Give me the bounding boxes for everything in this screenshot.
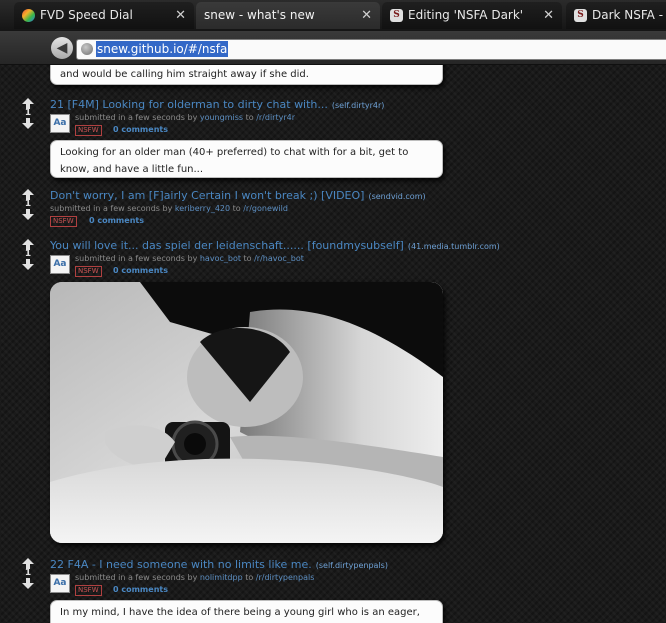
post-domain[interactable]: (self.dirtypenpals) <box>316 561 388 570</box>
image-preview[interactable] <box>50 282 443 543</box>
downvote-arrow-icon[interactable] <box>22 209 34 220</box>
submitted-text: submitted in a few seconds by <box>50 204 173 213</box>
page-content: and would be calling him straight away i… <box>0 65 666 623</box>
tab-editing-nsfa-dark[interactable]: S Editing 'NSFA Dark' ✕ <box>382 2 562 29</box>
downvote-arrow-icon[interactable] <box>22 259 34 270</box>
upvote-arrow-icon[interactable] <box>22 239 34 250</box>
nsfw-badge: NSFW <box>75 266 102 277</box>
tagline: submitted in a few seconds by havoc_bot … <box>75 254 304 264</box>
tagline: submitted in a few seconds by keriberry_… <box>50 204 288 214</box>
post: 1 Don't worry, I am [F]airly Certain I w… <box>0 189 666 229</box>
tab-fvd-speed-dial[interactable]: FVD Speed Dial ✕ <box>14 2 194 29</box>
arrow-left-icon: ◀ <box>56 40 68 56</box>
comments-link[interactable]: 0 comments <box>113 124 168 135</box>
to-text: to <box>232 204 241 213</box>
close-icon[interactable]: ✕ <box>175 2 186 29</box>
submitted-text: submitted in a few seconds by <box>75 254 198 263</box>
s-icon: S <box>574 9 587 22</box>
self-post-thumbnail-icon[interactable]: Aa <box>50 574 70 593</box>
self-post-thumbnail-icon[interactable]: Aa <box>50 114 70 133</box>
browser-toolbar: ◀ snew.github.io/#/nsfa <box>0 31 666 65</box>
post-domain[interactable]: (sendvid.com) <box>368 192 425 201</box>
post: 1 22 F4A - I need someone with no limits… <box>0 558 666 598</box>
comments-link[interactable]: 0 comments <box>113 265 168 276</box>
tab-snew[interactable]: snew - what's new ✕ <box>196 2 380 29</box>
close-icon[interactable]: ✕ <box>543 2 554 29</box>
tab-title: Dark NSFA - The <box>592 8 666 22</box>
post-title[interactable]: 21 [F4M] Looking for olderman to dirty c… <box>50 98 328 111</box>
tagline: submitted in a few seconds by youngmiss … <box>75 113 295 123</box>
selftext: and would be calling him straight away i… <box>60 69 309 80</box>
post-domain[interactable]: (self.dirtyr4r) <box>332 101 384 110</box>
to-text: to <box>243 254 252 263</box>
fvd-speed-dial-icon <box>22 9 35 22</box>
subreddit-link[interactable]: /r/dirtypenpals <box>256 573 315 582</box>
post-title-link[interactable]: You will love it... das spiel der leiden… <box>50 239 500 254</box>
downvote-arrow-icon[interactable] <box>22 578 34 589</box>
comments-link[interactable]: 0 comments <box>113 584 168 595</box>
globe-icon <box>81 43 93 55</box>
subreddit-link[interactable]: /r/gonewild <box>243 204 288 213</box>
post-title-link[interactable]: Don't worry, I am [F]airly Certain I won… <box>50 189 426 204</box>
address-bar[interactable]: snew.github.io/#/nsfa <box>76 39 666 60</box>
back-button[interactable]: ◀ <box>51 37 73 59</box>
post: 1 21 [F4M] Looking for olderman to dirty… <box>0 98 666 138</box>
submitted-text: submitted in a few seconds by <box>75 113 198 122</box>
close-icon[interactable]: ✕ <box>361 2 372 29</box>
tab-title: FVD Speed Dial <box>40 8 133 22</box>
nsfw-badge: NSFW <box>50 216 77 227</box>
subreddit-link[interactable]: /r/havoc_bot <box>254 254 304 263</box>
address-text[interactable]: snew.github.io/#/nsfa <box>96 41 229 57</box>
post-title[interactable]: Don't worry, I am [F]airly Certain I won… <box>50 189 364 202</box>
submitted-text: submitted in a few seconds by <box>75 573 198 582</box>
s-icon: S <box>390 9 403 22</box>
nsfw-badge: NSFW <box>75 585 102 596</box>
downvote-arrow-icon[interactable] <box>22 118 34 129</box>
selftext: In my mind, I have the idea of there bei… <box>60 607 420 618</box>
nsfw-badge: NSFW <box>75 125 102 136</box>
tab-dark-nsfa[interactable]: S Dark NSFA - The <box>566 2 666 29</box>
selftext-box: In my mind, I have the idea of there bei… <box>50 600 443 623</box>
tab-title: Editing 'NSFA Dark' <box>408 8 524 22</box>
selftext-box: and would be calling him straight away i… <box>50 65 443 85</box>
photo-image <box>50 282 443 543</box>
self-post-thumbnail-icon[interactable]: Aa <box>50 255 70 274</box>
to-text: to <box>245 113 254 122</box>
post-title-link[interactable]: 22 F4A - I need someone with no limits l… <box>50 558 388 573</box>
author-link[interactable]: havoc_bot <box>200 254 241 263</box>
post-title[interactable]: You will love it... das spiel der leiden… <box>50 239 404 252</box>
upvote-arrow-icon[interactable] <box>22 558 34 569</box>
selftext: Looking for an older man (40+ preferred)… <box>60 147 409 175</box>
author-link[interactable]: keriberry_420 <box>175 204 230 213</box>
author-link[interactable]: nolimitdpp <box>200 573 243 582</box>
post: 1 You will love it... das spiel der leid… <box>0 239 666 279</box>
post-domain[interactable]: (41.media.tumblr.com) <box>408 242 500 251</box>
tab-strip: FVD Speed Dial ✕ snew - what's new ✕ S E… <box>0 0 666 31</box>
tagline: submitted in a few seconds by nolimitdpp… <box>75 573 314 583</box>
author-link[interactable]: youngmiss <box>200 113 243 122</box>
upvote-arrow-icon[interactable] <box>22 189 34 200</box>
upvote-arrow-icon[interactable] <box>22 98 34 109</box>
subreddit-link[interactable]: /r/dirtyr4r <box>256 113 295 122</box>
to-text: to <box>245 573 254 582</box>
post-title[interactable]: 22 F4A - I need someone with no limits l… <box>50 558 312 571</box>
selftext-box: Looking for an older man (40+ preferred)… <box>50 140 443 178</box>
post-title-link[interactable]: 21 [F4M] Looking for olderman to dirty c… <box>50 98 384 113</box>
tab-title: snew - what's new <box>204 8 315 22</box>
comments-link[interactable]: 0 comments <box>89 215 144 226</box>
